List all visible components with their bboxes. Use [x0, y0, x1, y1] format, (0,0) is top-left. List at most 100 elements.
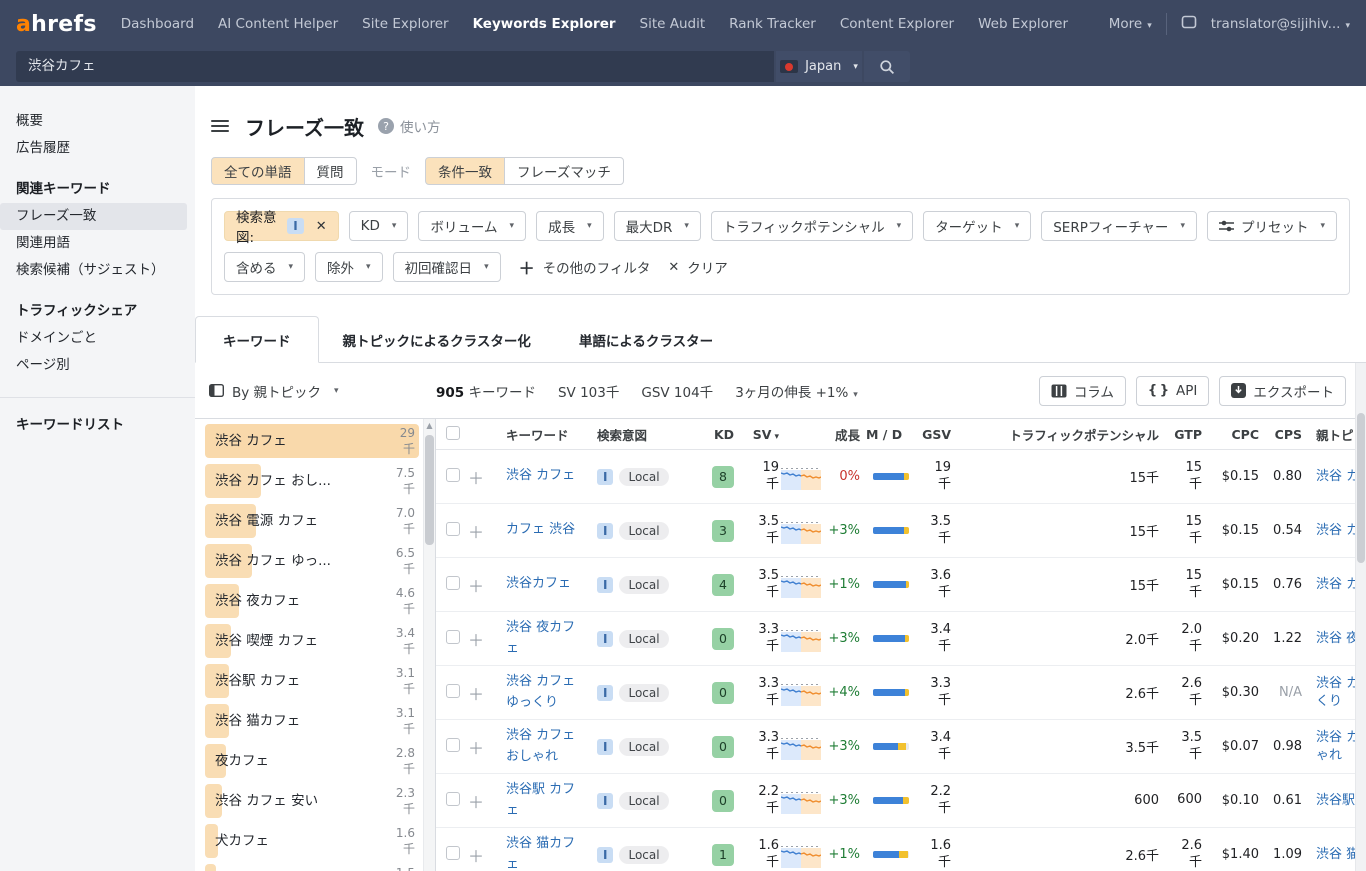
match-mode-button[interactable]: 条件一致	[425, 157, 505, 185]
filter-dropdown[interactable]: SERPフィーチャー▾	[1041, 211, 1197, 241]
col-gsv[interactable]: GSV	[909, 427, 951, 442]
scrollbar-thumb[interactable]	[1357, 413, 1365, 563]
topic-list-item[interactable]: 夜カフェ 2.8千	[205, 741, 419, 781]
sidebar-item[interactable]: 関連用語	[0, 230, 187, 257]
scroll-up-arrow[interactable]: ▲	[424, 421, 435, 430]
keyword-link[interactable]: 渋谷 猫カフェ	[506, 836, 575, 871]
sidebar-item[interactable]: 概要	[0, 108, 187, 135]
sidebar-item[interactable]: フレーズ一致	[0, 203, 187, 230]
word-mode-button[interactable]: 質問	[304, 157, 357, 185]
search-button[interactable]	[864, 51, 910, 82]
help-link[interactable]: 使い方	[400, 116, 441, 136]
topic-list-item[interactable]: 渋谷 カフェ 安い 2.3千	[205, 781, 419, 821]
filter-dropdown[interactable]: トラフィックポテンシャル▾	[711, 211, 913, 241]
topic-list-item[interactable]: 渋谷 オタ活 1.5千	[205, 861, 419, 871]
keyword-link[interactable]: 渋谷 カフェ おしゃれ	[506, 728, 575, 763]
add-keyword-button[interactable]: ＋	[464, 847, 484, 866]
columns-button[interactable]: コラム	[1039, 376, 1126, 406]
row-checkbox[interactable]	[446, 576, 460, 590]
intent-filter-chip[interactable]: 検索意図: I ✕	[224, 211, 339, 241]
add-keyword-button[interactable]: ＋	[464, 631, 484, 650]
preset-button[interactable]: プリセット ▾	[1207, 211, 1337, 241]
filter-dropdown[interactable]: ボリューム▾	[418, 211, 526, 241]
topnav-item[interactable]: Dashboard	[121, 16, 194, 32]
tab[interactable]: 単語によるクラスター	[555, 318, 737, 362]
scrollbar-thumb[interactable]	[425, 435, 434, 545]
workspace-icon[interactable]	[1181, 15, 1197, 33]
ahrefs-logo[interactable]: ahrefs	[16, 12, 97, 37]
keyword-link[interactable]: 渋谷 夜カフェ	[506, 620, 575, 655]
api-button[interactable]: { } API	[1136, 376, 1209, 406]
clear-filters-button[interactable]: ✕ クリア	[668, 257, 727, 277]
row-checkbox[interactable]	[446, 684, 460, 698]
help-icon[interactable]: ?	[378, 118, 394, 134]
filter-dropdown[interactable]: KD▾	[349, 211, 409, 241]
keyword-link[interactable]: 渋谷駅 カフェ	[506, 782, 575, 817]
col-md[interactable]: M / D	[860, 427, 909, 442]
keyword-link[interactable]: 渋谷 カフェ	[506, 468, 575, 483]
more-menu[interactable]: More▾	[1109, 16, 1152, 32]
col-growth[interactable]: 成長	[823, 425, 860, 444]
col-cps[interactable]: CPS	[1259, 427, 1302, 442]
search-input[interactable]: 渋谷カフェ	[16, 51, 774, 82]
filter-dropdown[interactable]: 初回確認日▾	[393, 252, 501, 282]
topic-list-item[interactable]: 渋谷 夜カフェ 4.6千	[205, 581, 419, 621]
vertical-scrollbar[interactable]	[1355, 363, 1366, 871]
tab[interactable]: 親トピックによるクラスター化	[319, 318, 555, 362]
menu-icon[interactable]	[211, 120, 229, 132]
topnav-item[interactable]: Site Audit	[640, 16, 706, 32]
topic-list-item[interactable]: 渋谷 カフェ 29千	[205, 421, 419, 461]
topic-list-item[interactable]: 渋谷 喫煙 カフェ 3.4千	[205, 621, 419, 661]
col-gtp[interactable]: GTP	[1159, 427, 1202, 442]
row-checkbox[interactable]	[446, 468, 460, 482]
filter-dropdown[interactable]: 除外▾	[315, 252, 383, 282]
topic-list-item[interactable]: 渋谷 猫カフェ 3.1千	[205, 701, 419, 741]
group-by-selector[interactable]: By 親トピック ▾	[209, 381, 436, 401]
col-kd[interactable]: KD	[698, 427, 734, 442]
filter-dropdown[interactable]: 最大DR▾	[614, 211, 701, 241]
tab[interactable]: キーワード	[195, 316, 319, 363]
topic-list-item[interactable]: 渋谷駅 カフェ 3.1千	[205, 661, 419, 701]
add-keyword-button[interactable]: ＋	[464, 739, 484, 758]
topnav-item[interactable]: Rank Tracker	[729, 16, 816, 32]
filter-dropdown[interactable]: 含める▾	[224, 252, 305, 282]
add-keyword-button[interactable]: ＋	[464, 523, 484, 542]
filter-dropdown[interactable]: ターゲット▾	[923, 211, 1031, 241]
keyword-link[interactable]: カフェ 渋谷	[506, 522, 575, 537]
col-keyword[interactable]: キーワード	[490, 425, 586, 444]
select-all-checkbox[interactable]	[446, 426, 460, 440]
word-mode-button[interactable]: 全ての単語	[211, 157, 305, 185]
more-filters-button[interactable]: ＋ その他のフィルタ	[519, 255, 651, 279]
match-mode-button[interactable]: フレーズマッチ	[504, 157, 624, 185]
add-keyword-button[interactable]: ＋	[464, 577, 484, 596]
topnav-item[interactable]: Site Explorer	[362, 16, 448, 32]
row-checkbox[interactable]	[446, 846, 460, 860]
row-checkbox[interactable]	[446, 738, 460, 752]
topnav-item[interactable]: Content Explorer	[840, 16, 954, 32]
col-cpc[interactable]: CPC	[1202, 427, 1259, 442]
add-keyword-button[interactable]: ＋	[464, 685, 484, 704]
topnav-item[interactable]: Web Explorer	[978, 16, 1068, 32]
growth-period-selector[interactable]: 3ヶ月の伸長 +1%▾	[735, 381, 858, 401]
add-keyword-button[interactable]: ＋	[464, 793, 484, 812]
add-keyword-button[interactable]: ＋	[464, 469, 484, 488]
topic-list-scrollbar[interactable]: ▲	[423, 419, 435, 871]
keyword-link[interactable]: 渋谷 カフェ ゆっくり	[506, 674, 575, 709]
col-tp[interactable]: トラフィックポテンシャル	[951, 425, 1159, 444]
row-checkbox[interactable]	[446, 792, 460, 806]
topic-list-item[interactable]: 渋谷 電源 カフェ 7.0千	[205, 501, 419, 541]
export-button[interactable]: エクスポート	[1219, 376, 1346, 406]
topic-list-item[interactable]: 渋谷 カフェ ゆっ... 6.5千	[205, 541, 419, 581]
sidebar-item[interactable]: ページ別	[0, 352, 187, 379]
country-selector[interactable]: Japan ▾	[776, 51, 862, 82]
account-menu[interactable]: translator@sijihiv...▾	[1211, 16, 1350, 32]
filter-dropdown[interactable]: 成長▾	[536, 211, 604, 241]
row-checkbox[interactable]	[446, 630, 460, 644]
keyword-link[interactable]: 渋谷カフェ	[506, 576, 571, 591]
topnav-item[interactable]: Keywords Explorer	[473, 16, 616, 32]
close-icon[interactable]: ✕	[316, 219, 327, 234]
col-intent[interactable]: 検索意図	[586, 425, 698, 444]
topic-list-item[interactable]: 渋谷 カフェ おし... 7.5千	[205, 461, 419, 501]
row-checkbox[interactable]	[446, 522, 460, 536]
sidebar-item[interactable]: 検索候補（サジェスト）	[0, 257, 187, 284]
